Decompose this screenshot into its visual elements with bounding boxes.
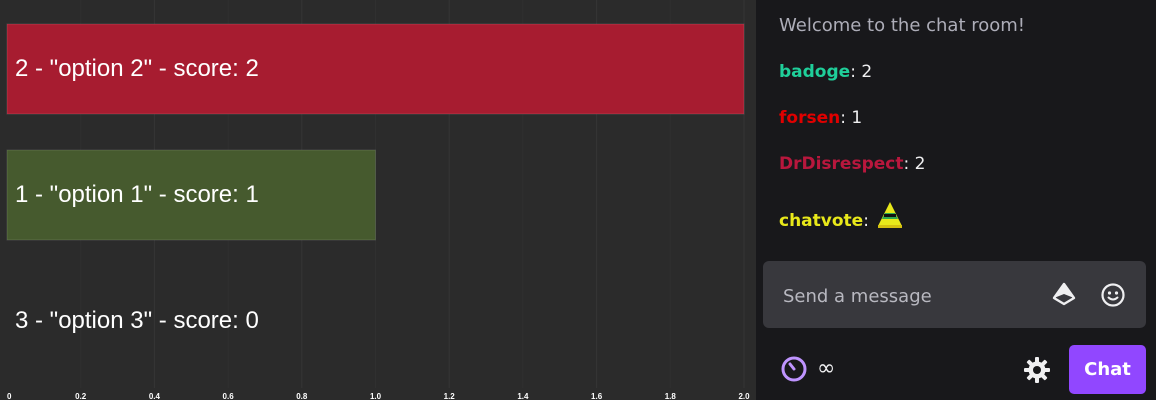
chat-message-list: Welcome to the chat room! badoge: 2 fors… xyxy=(779,15,1149,261)
x-tick-label: 1.4 xyxy=(517,392,529,400)
chat-colon: : xyxy=(850,62,856,82)
bar-label: 1 - "option 1" - score: 1 xyxy=(15,181,259,208)
channel-points-balance: ∞ xyxy=(817,356,836,381)
poll-chart: 0 0.2 0.4 0.6 0.8 1.0 1.2 1.4 1.6 1.8 2.0 2 - "opt… xyxy=(0,0,756,400)
gear-icon[interactable] xyxy=(1023,356,1051,384)
channel-points-icon[interactable] xyxy=(780,355,808,383)
chat-text: 2 xyxy=(914,154,926,174)
x-tick-label: 1.0 xyxy=(370,392,382,400)
chat-panel: Welcome to the chat room! badoge: 2 fors… xyxy=(756,0,1156,400)
chat-colon: : xyxy=(863,211,869,231)
emoji-icon[interactable] xyxy=(1100,282,1126,308)
x-tick-label: 1.8 xyxy=(665,392,677,400)
chat-composer xyxy=(763,261,1146,328)
chat-username[interactable]: badoge xyxy=(779,62,850,82)
bits-icon[interactable] xyxy=(1051,282,1077,308)
bar-label: 3 - "option 3" - score: 0 xyxy=(15,307,259,334)
welcome-message: Welcome to the chat room! xyxy=(779,15,1026,36)
x-tick-label: 1.6 xyxy=(591,392,603,400)
cone-emote-icon[interactable] xyxy=(876,200,904,235)
chat-message: DrDisrespect: 2 xyxy=(779,154,1149,174)
chat-message: forsen: 1 xyxy=(779,108,1149,128)
x-tick-label: 0 xyxy=(7,392,12,400)
x-tick-label: 2.0 xyxy=(738,392,750,400)
x-tick-label: 0.4 xyxy=(149,392,161,400)
x-tick-label: 0.6 xyxy=(223,392,235,400)
chat-text: 2 xyxy=(861,62,873,82)
bar-label: 2 - "option 2" - score: 2 xyxy=(15,55,259,82)
chat-message: badoge: 2 xyxy=(779,62,1149,82)
chat-username[interactable]: chatvote xyxy=(779,211,863,231)
chat-colon: : xyxy=(840,108,846,128)
chat-message-input[interactable] xyxy=(781,281,1045,311)
send-chat-button[interactable]: Chat xyxy=(1069,345,1146,394)
chat-username[interactable]: forsen xyxy=(779,108,840,128)
x-tick-label: 0.8 xyxy=(296,392,308,400)
chat-text: 1 xyxy=(851,108,863,128)
x-tick-label: 0.2 xyxy=(75,392,87,400)
x-tick-label: 1.2 xyxy=(444,392,456,400)
chat-username[interactable]: DrDisrespect xyxy=(779,154,904,174)
chat-colon: : xyxy=(903,154,910,174)
chat-message: chatvote: xyxy=(779,200,1149,235)
